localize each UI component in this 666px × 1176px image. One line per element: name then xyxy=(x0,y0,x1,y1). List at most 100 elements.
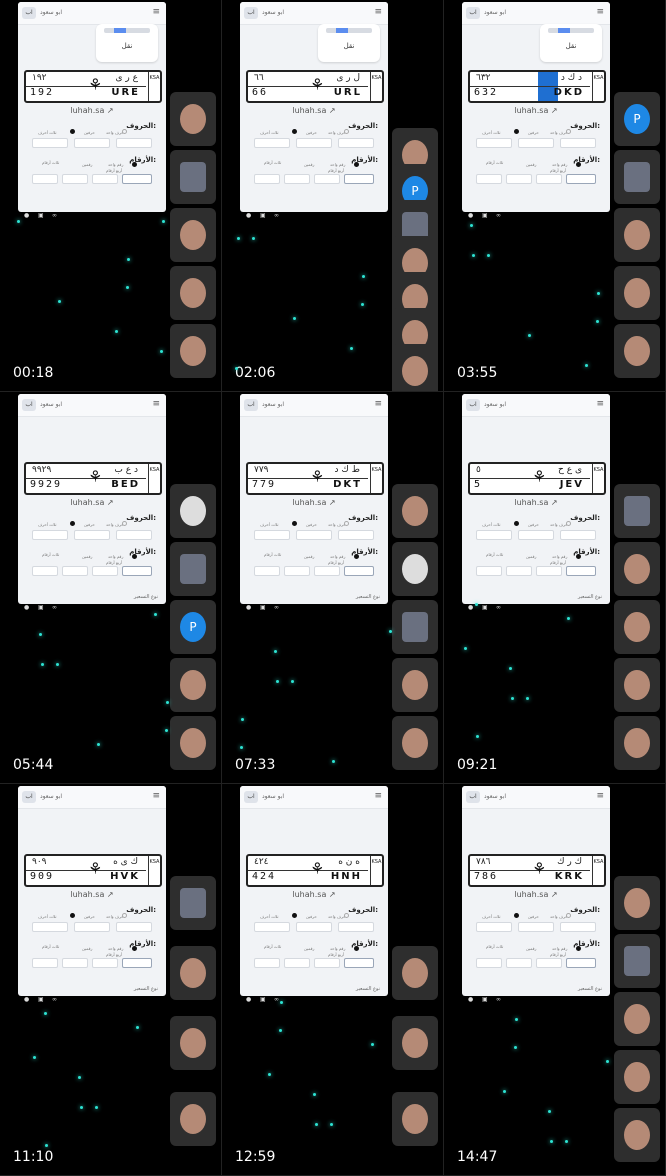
participant-thumbnail[interactable] xyxy=(170,716,216,770)
digits-option-three[interactable]: ثلاث أرقام xyxy=(264,552,281,557)
participant-thumbnail[interactable] xyxy=(614,208,660,262)
menu-icon[interactable]: ≡ xyxy=(596,400,604,409)
user-avatar[interactable]: اب xyxy=(466,399,480,411)
digit-input[interactable] xyxy=(92,566,118,576)
digits-option-two[interactable]: رقمين xyxy=(304,946,314,951)
digit-input[interactable] xyxy=(314,174,340,184)
participant-thumbnail[interactable] xyxy=(170,150,216,204)
menu-icon[interactable]: ≡ xyxy=(152,8,160,17)
participant-thumbnail[interactable] xyxy=(614,658,660,712)
digit-input[interactable] xyxy=(506,174,532,184)
location-icon[interactable]: ● xyxy=(246,212,251,219)
letter-input[interactable] xyxy=(560,530,596,540)
digit-input[interactable] xyxy=(284,958,310,968)
menu-icon[interactable]: ≡ xyxy=(152,792,160,801)
radio-selected[interactable] xyxy=(132,162,137,167)
letters-option-two[interactable]: حرفين xyxy=(528,522,539,527)
digits-option-two[interactable]: رقمين xyxy=(82,946,92,951)
participant-thumbnail[interactable] xyxy=(614,1108,660,1162)
link-icon[interactable]: ∞ xyxy=(496,604,501,611)
radio-unselected[interactable] xyxy=(566,129,571,134)
location-icon[interactable]: ● xyxy=(24,604,29,611)
user-name[interactable]: ابو سعود xyxy=(484,793,506,800)
digits-option-three[interactable]: ثلاث أرقام xyxy=(42,944,59,949)
digits-option-three[interactable]: ثلاث أرقام xyxy=(264,160,281,165)
user-name[interactable]: ابو سعود xyxy=(40,9,62,16)
radio-unselected[interactable] xyxy=(122,913,127,918)
user-name[interactable]: ابو سعود xyxy=(40,793,62,800)
letter-input[interactable] xyxy=(338,530,374,540)
transport-card[interactable]: نقل xyxy=(318,24,380,62)
user-avatar[interactable]: اب xyxy=(244,791,258,803)
participant-thumbnail[interactable] xyxy=(614,992,660,1046)
radio-selected[interactable] xyxy=(70,913,75,918)
letters-option-two[interactable]: حرفين xyxy=(528,130,539,135)
user-avatar[interactable]: اب xyxy=(244,7,258,19)
letter-input[interactable] xyxy=(116,138,152,148)
digit-input-active[interactable] xyxy=(566,566,596,576)
card-icon[interactable]: ▣ xyxy=(260,996,266,1003)
user-avatar[interactable]: اب xyxy=(466,791,480,803)
digit-input[interactable] xyxy=(254,174,280,184)
radio-selected[interactable] xyxy=(292,129,297,134)
letter-input[interactable] xyxy=(116,922,152,932)
letter-input[interactable] xyxy=(254,922,290,932)
radio-unselected[interactable] xyxy=(344,129,349,134)
transport-card[interactable]: نقل xyxy=(540,24,602,62)
user-name[interactable]: ابو سعود xyxy=(262,9,284,16)
participant-thumbnail[interactable] xyxy=(614,542,660,596)
radio-selected[interactable] xyxy=(514,129,519,134)
radio-unselected[interactable] xyxy=(344,913,349,918)
digits-option-four[interactable]: أربع أرقام xyxy=(550,560,566,565)
participant-thumbnail[interactable] xyxy=(170,92,216,146)
radio-selected[interactable] xyxy=(132,554,137,559)
letter-input[interactable] xyxy=(560,138,596,148)
radio-unselected[interactable] xyxy=(122,129,127,134)
card-icon[interactable]: ▣ xyxy=(260,604,266,611)
participant-thumbnail[interactable] xyxy=(614,716,660,770)
user-avatar[interactable]: اب xyxy=(466,7,480,19)
radio-selected[interactable] xyxy=(514,521,519,526)
letters-option-three[interactable]: ثلاث أحرف xyxy=(38,914,56,919)
link-icon[interactable]: ∞ xyxy=(496,212,501,219)
digit-input[interactable] xyxy=(476,958,502,968)
digits-option-two[interactable]: رقمين xyxy=(82,554,92,559)
participant-thumbnail[interactable] xyxy=(392,484,438,538)
digit-input[interactable] xyxy=(536,566,562,576)
digit-input-active[interactable] xyxy=(566,174,596,184)
participant-thumbnail[interactable] xyxy=(392,542,438,596)
digit-input[interactable] xyxy=(62,174,88,184)
user-avatar[interactable]: اب xyxy=(22,7,36,19)
participant-thumbnail[interactable] xyxy=(170,1092,216,1146)
digits-option-two[interactable]: رقمين xyxy=(304,162,314,167)
location-icon[interactable]: ● xyxy=(246,996,251,1003)
letters-option-two[interactable]: حرفين xyxy=(84,914,95,919)
letter-input[interactable] xyxy=(338,138,374,148)
digits-option-one[interactable]: رقم واحد xyxy=(108,554,123,559)
digits-option-three[interactable]: ثلاث أرقام xyxy=(486,944,503,949)
digit-input[interactable] xyxy=(62,566,88,576)
digits-option-four[interactable]: أربع أرقام xyxy=(550,952,566,957)
digit-input[interactable] xyxy=(284,174,310,184)
site-link[interactable]: luhah.sa ↗ xyxy=(462,498,610,507)
letter-input[interactable] xyxy=(296,922,332,932)
letter-input[interactable] xyxy=(518,922,554,932)
letter-input[interactable] xyxy=(476,922,512,932)
digit-input[interactable] xyxy=(476,174,502,184)
digits-option-one[interactable]: رقم واحد xyxy=(330,946,345,951)
site-link[interactable]: luhah.sa ↗ xyxy=(18,498,166,507)
digit-input-active[interactable] xyxy=(344,566,374,576)
transport-card[interactable]: نقل xyxy=(96,24,158,62)
digits-option-two[interactable]: رقمين xyxy=(526,946,536,951)
participant-thumbnail[interactable] xyxy=(170,266,216,320)
user-name[interactable]: ابو سعود xyxy=(262,401,284,408)
radio-unselected[interactable] xyxy=(566,521,571,526)
radio-selected[interactable] xyxy=(576,162,581,167)
participant-thumbnail[interactable] xyxy=(614,324,660,378)
participant-thumbnail[interactable] xyxy=(392,1016,438,1070)
letters-option-two[interactable]: حرفين xyxy=(528,914,539,919)
radio-selected[interactable] xyxy=(354,946,359,951)
participant-thumbnail[interactable] xyxy=(614,150,660,204)
digit-input-active[interactable] xyxy=(122,958,152,968)
radio-selected[interactable] xyxy=(70,521,75,526)
